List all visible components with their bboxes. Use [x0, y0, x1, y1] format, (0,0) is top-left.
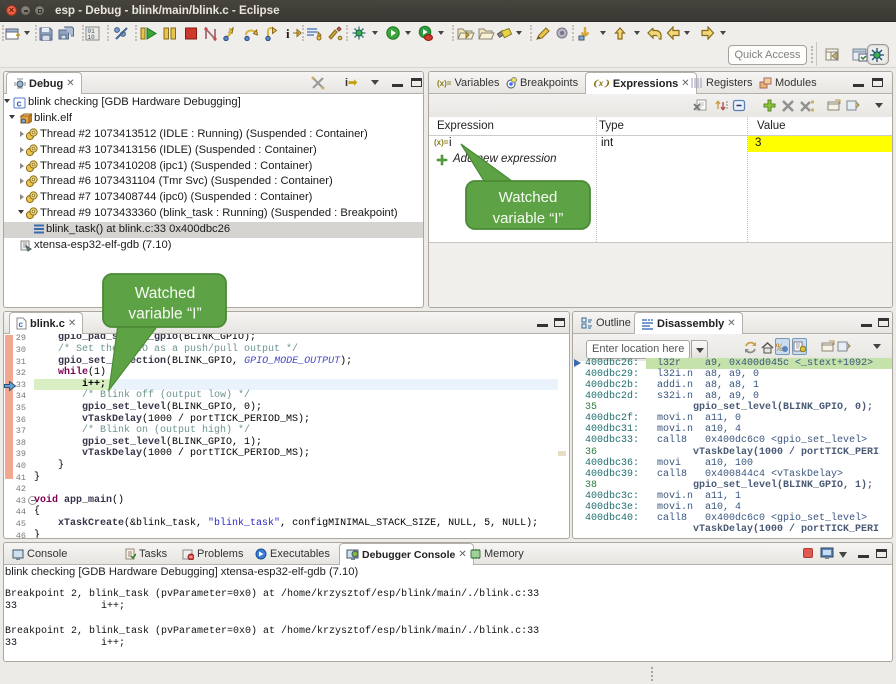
svg-text:c: c: [17, 99, 22, 109]
svg-text:c: c: [19, 320, 24, 329]
svg-text:Watched: Watched: [499, 189, 558, 206]
svg-text:i: i: [286, 26, 290, 41]
svg-text:variable “I”: variable “I”: [493, 210, 564, 227]
svg-text:Watched: Watched: [135, 285, 196, 302]
svg-text:%: %: [776, 343, 783, 353]
svg-text:10: 10: [88, 34, 96, 41]
svg-text:variable “I”: variable “I”: [128, 306, 201, 323]
